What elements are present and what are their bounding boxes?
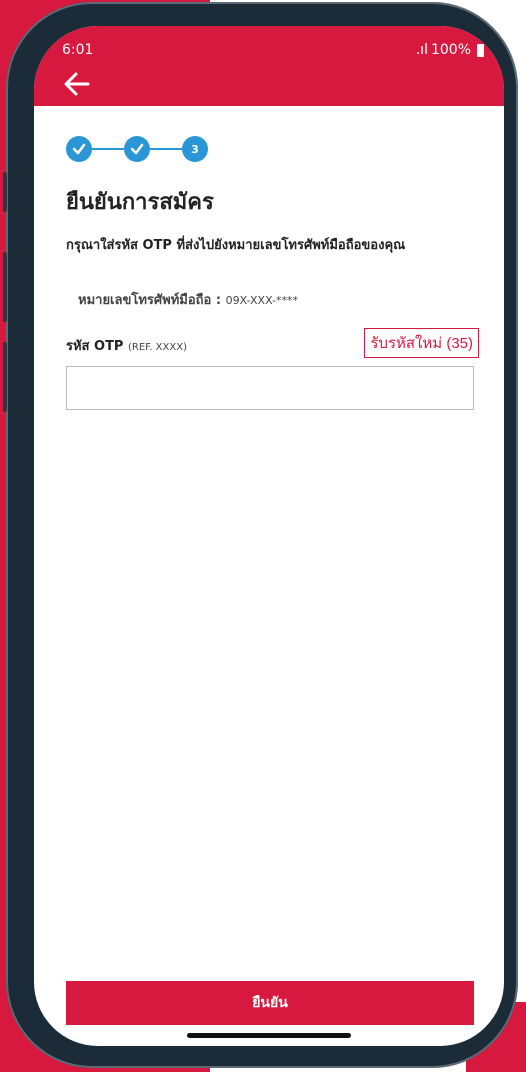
side-button	[3, 252, 7, 322]
signal-icon: .ıl	[415, 42, 428, 58]
home-indicator	[187, 1033, 351, 1038]
step-connector	[150, 148, 182, 150]
otp-input[interactable]	[66, 366, 474, 410]
battery-percent: 100%	[430, 42, 471, 58]
page-title: ยืนยันการสมัคร	[66, 190, 214, 215]
phone-number-value: 09X-XXX-****	[225, 294, 299, 307]
check-icon	[130, 143, 144, 155]
otp-ref: (REF. XXXX)	[128, 342, 187, 353]
page-subtitle: กรุณาใส่รหัส OTP ที่ส่งไปยังหมายเลขโทรศั…	[66, 238, 406, 253]
progress-stepper: 3	[66, 136, 216, 162]
phone-number-label: หมายเลขโทรศัพท์มือถือ :	[78, 293, 222, 308]
otp-label: รหัส OTP	[66, 339, 124, 354]
phone-frame: 6:01 .ıl 100% 3 ยืนยันการสมัคร กรุณาใส่ร…	[3, 2, 518, 1068]
otp-label-row: รหัส OTP (REF. XXXX)	[66, 335, 187, 356]
screen: 6:01 .ıl 100% 3 ยืนยันการสมัคร กรุณาใส่ร…	[34, 26, 504, 1046]
phone-number-row: หมายเลขโทรศัพท์มือถือ : 09X-XXX-****	[78, 289, 298, 310]
step-connector	[92, 148, 124, 150]
side-button	[3, 172, 7, 212]
check-icon	[72, 143, 86, 155]
app-bar: 6:01 .ıl 100%	[34, 26, 504, 106]
confirm-button[interactable]: ยืนยัน	[66, 981, 474, 1025]
step-3-current: 3	[182, 136, 208, 162]
status-time: 6:01	[62, 42, 94, 58]
back-arrow-icon[interactable]	[62, 70, 92, 98]
resend-otp-button[interactable]: รับรหัสใหม่ (35)	[364, 328, 479, 358]
step-2-complete	[124, 136, 150, 162]
battery-icon	[477, 43, 484, 57]
side-button	[3, 342, 7, 412]
status-indicators: .ıl 100%	[416, 42, 484, 58]
step-1-complete	[66, 136, 92, 162]
